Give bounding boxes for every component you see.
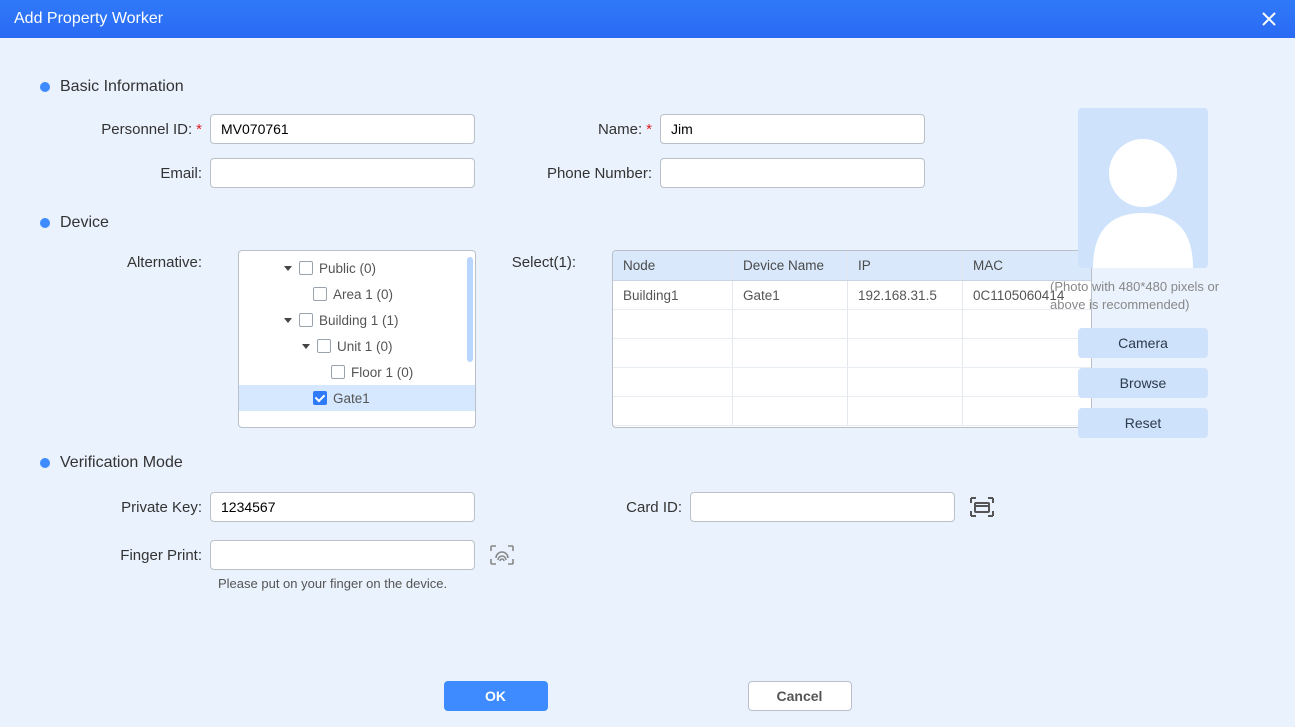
tree-node-area1[interactable]: Area 1 (0) (239, 281, 475, 307)
section-verification-mode: Verification Mode (40, 454, 1265, 472)
alternative-label: Alternative: (40, 250, 210, 271)
card-icon (967, 492, 997, 522)
fingerprint-input[interactable] (210, 540, 475, 570)
chevron-down-icon (301, 341, 311, 351)
tree-node-gate1[interactable]: Gate1 (239, 385, 475, 411)
section-title: Basic Information (60, 78, 184, 96)
private-key-input[interactable] (210, 492, 475, 522)
table-row (613, 397, 1091, 426)
personnel-id-label: Personnel ID:* (40, 121, 210, 138)
col-node: Node (613, 251, 733, 280)
card-id-label: Card ID: (540, 499, 690, 516)
browse-button[interactable]: Browse (1078, 368, 1208, 398)
cell-ip: 192.168.31.5 (848, 281, 963, 309)
avatar-icon (1083, 123, 1203, 268)
section-title: Verification Mode (60, 454, 183, 472)
fingerprint-scan-button[interactable] (485, 538, 519, 572)
bullet-icon (40, 82, 50, 92)
tree-node-public[interactable]: Public (0) (239, 255, 475, 281)
bullet-icon (40, 458, 50, 468)
table-row (613, 310, 1091, 339)
section-basic-information: Basic Information (40, 78, 1265, 96)
device-tree[interactable]: Public (0) Area 1 (0) Building 1 (1) (238, 250, 476, 428)
tree-node-unit1[interactable]: Unit 1 (0) (239, 333, 475, 359)
checkbox-checked[interactable] (313, 391, 327, 405)
col-ip: IP (848, 251, 963, 280)
photo-hint: (Photo with 480*480 pixels or above is r… (1050, 278, 1255, 314)
table-header: Node Device Name IP MAC (613, 251, 1091, 281)
col-device-name: Device Name (733, 251, 848, 280)
ok-button[interactable]: OK (444, 681, 548, 711)
table-row[interactable]: Building1 Gate1 192.168.31.5 0C110506041… (613, 281, 1091, 310)
private-key-label: Private Key: (40, 499, 210, 516)
chevron-down-icon (283, 315, 293, 325)
dialog-title: Add Property Worker (14, 10, 163, 28)
table-row (613, 339, 1091, 368)
tree-node-building1[interactable]: Building 1 (1) (239, 307, 475, 333)
email-label: Email: (40, 165, 210, 182)
cancel-button[interactable]: Cancel (748, 681, 852, 711)
personnel-id-input[interactable] (210, 114, 475, 144)
camera-button[interactable]: Camera (1078, 328, 1208, 358)
phone-input[interactable] (660, 158, 925, 188)
name-label: Name:* (490, 121, 660, 138)
checkbox[interactable] (299, 313, 313, 327)
scrollbar[interactable] (467, 257, 473, 362)
add-property-worker-dialog: Add Property Worker Basic Information Pe… (0, 0, 1295, 727)
chevron-down-icon (283, 263, 293, 273)
checkbox[interactable] (317, 339, 331, 353)
close-icon (1260, 10, 1278, 28)
close-button[interactable] (1257, 7, 1281, 31)
email-input[interactable] (210, 158, 475, 188)
bullet-icon (40, 218, 50, 228)
title-bar: Add Property Worker (0, 0, 1295, 38)
checkbox[interactable] (299, 261, 313, 275)
card-scan-button[interactable] (965, 490, 999, 524)
phone-label: Phone Number: (490, 165, 660, 182)
checkbox[interactable] (313, 287, 327, 301)
checkbox[interactable] (331, 365, 345, 379)
table-row (613, 368, 1091, 397)
fingerprint-label: Finger Print: (40, 547, 210, 564)
tree-node-floor1[interactable]: Floor 1 (0) (239, 359, 475, 385)
avatar-placeholder (1078, 108, 1208, 268)
cell-node: Building1 (613, 281, 733, 309)
reset-button[interactable]: Reset (1078, 408, 1208, 438)
name-input[interactable] (660, 114, 925, 144)
card-id-input[interactable] (690, 492, 955, 522)
section-title: Device (60, 214, 109, 232)
selected-devices-table: Node Device Name IP MAC Building1 Gate1 … (612, 250, 1092, 428)
select-label: Select(1): (504, 250, 584, 271)
fingerprint-icon (487, 540, 517, 570)
fingerprint-hint: Please put on your finger on the device. (218, 576, 540, 591)
cell-device: Gate1 (733, 281, 848, 309)
